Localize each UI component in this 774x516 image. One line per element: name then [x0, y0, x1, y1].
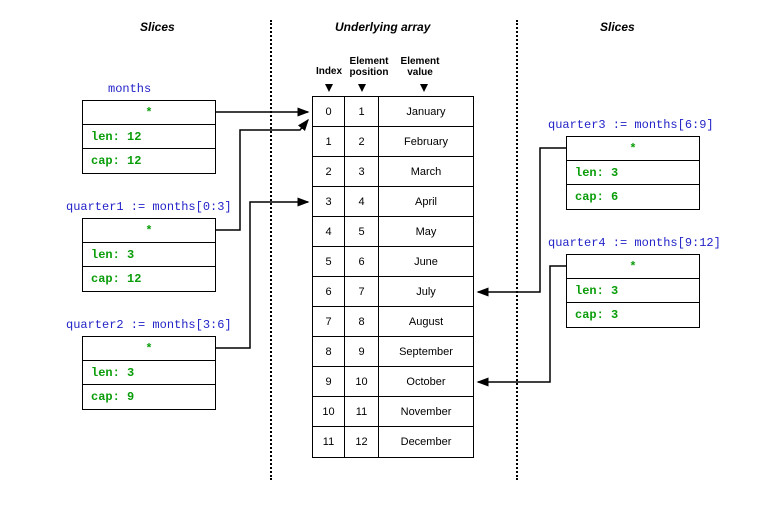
underlying-array-table: 01January12February23March34April45May56…	[312, 96, 474, 458]
array-position: 1	[345, 97, 379, 127]
array-row: 910October	[313, 367, 473, 397]
divider-left	[270, 20, 272, 480]
divider-right	[516, 20, 518, 480]
array-row: 34April	[313, 187, 473, 217]
array-value: January	[379, 97, 473, 127]
array-index: 6	[313, 277, 345, 307]
array-row: 78August	[313, 307, 473, 337]
slice-label-q2: quarter2 := months[3:6]	[66, 318, 232, 332]
array-index: 0	[313, 97, 345, 127]
array-value: April	[379, 187, 473, 217]
slice-box-q2: * len: 3 cap: 9	[82, 336, 216, 410]
array-value: November	[379, 397, 473, 427]
slice-len: len: 3	[567, 161, 699, 185]
slice-len: len: 3	[83, 361, 215, 385]
slice-ptr: *	[83, 219, 215, 243]
array-row: 23March	[313, 157, 473, 187]
slice-cap: cap: 12	[83, 149, 215, 173]
slice-label-months: months	[108, 82, 151, 96]
array-value: May	[379, 217, 473, 247]
array-position: 5	[345, 217, 379, 247]
slice-len: len: 3	[83, 243, 215, 267]
col-label-position: Element position	[346, 56, 392, 78]
array-row: 1011November	[313, 397, 473, 427]
array-row: 12February	[313, 127, 473, 157]
array-value: March	[379, 157, 473, 187]
array-position: 10	[345, 367, 379, 397]
heading-slices-left: Slices	[140, 20, 175, 34]
array-value: September	[379, 337, 473, 367]
array-index: 2	[313, 157, 345, 187]
slice-label-q3: quarter3 := months[6:9]	[548, 118, 714, 132]
slice-box-months: * len: 12 cap: 12	[82, 100, 216, 174]
array-index: 1	[313, 127, 345, 157]
slice-cap: cap: 12	[83, 267, 215, 291]
array-index: 7	[313, 307, 345, 337]
slice-ptr: *	[83, 101, 215, 125]
array-index: 5	[313, 247, 345, 277]
slice-len: len: 12	[83, 125, 215, 149]
array-index: 4	[313, 217, 345, 247]
array-value: October	[379, 367, 473, 397]
array-index: 9	[313, 367, 345, 397]
array-row: 89September	[313, 337, 473, 367]
array-value: July	[379, 277, 473, 307]
arrow-down-icon	[358, 84, 366, 92]
array-row: 56June	[313, 247, 473, 277]
array-position: 4	[345, 187, 379, 217]
array-position: 12	[345, 427, 379, 457]
slice-box-q1: * len: 3 cap: 12	[82, 218, 216, 292]
slice-label-q4: quarter4 := months[9:12]	[548, 236, 721, 250]
heading-slices-right: Slices	[600, 20, 635, 34]
slice-ptr: *	[567, 137, 699, 161]
array-position: 6	[345, 247, 379, 277]
array-row: 67July	[313, 277, 473, 307]
slice-cap: cap: 9	[83, 385, 215, 409]
array-row: 45May	[313, 217, 473, 247]
array-position: 2	[345, 127, 379, 157]
arrow-q3	[478, 148, 566, 292]
array-position: 11	[345, 397, 379, 427]
arrow-q4	[478, 266, 566, 382]
heading-underlying-array: Underlying array	[335, 20, 430, 34]
array-position: 3	[345, 157, 379, 187]
array-value: December	[379, 427, 473, 457]
array-position: 7	[345, 277, 379, 307]
slice-ptr: *	[567, 255, 699, 279]
array-position: 8	[345, 307, 379, 337]
slice-ptr: *	[83, 337, 215, 361]
array-index: 10	[313, 397, 345, 427]
col-label-value: Element value	[390, 56, 450, 78]
array-value: August	[379, 307, 473, 337]
array-value: February	[379, 127, 473, 157]
array-index: 8	[313, 337, 345, 367]
arrow-down-icon	[420, 84, 428, 92]
array-row: 1112December	[313, 427, 473, 457]
slice-cap: cap: 6	[567, 185, 699, 209]
slice-label-q1: quarter1 := months[0:3]	[66, 200, 232, 214]
col-label-index: Index	[314, 66, 344, 77]
slice-box-q4: * len: 3 cap: 3	[566, 254, 700, 328]
slice-cap: cap: 3	[567, 303, 699, 327]
array-index: 3	[313, 187, 345, 217]
slice-box-q3: * len: 3 cap: 6	[566, 136, 700, 210]
array-position: 9	[345, 337, 379, 367]
arrow-down-icon	[325, 84, 333, 92]
array-index: 11	[313, 427, 345, 457]
array-value: June	[379, 247, 473, 277]
slice-len: len: 3	[567, 279, 699, 303]
array-row: 01January	[313, 97, 473, 127]
